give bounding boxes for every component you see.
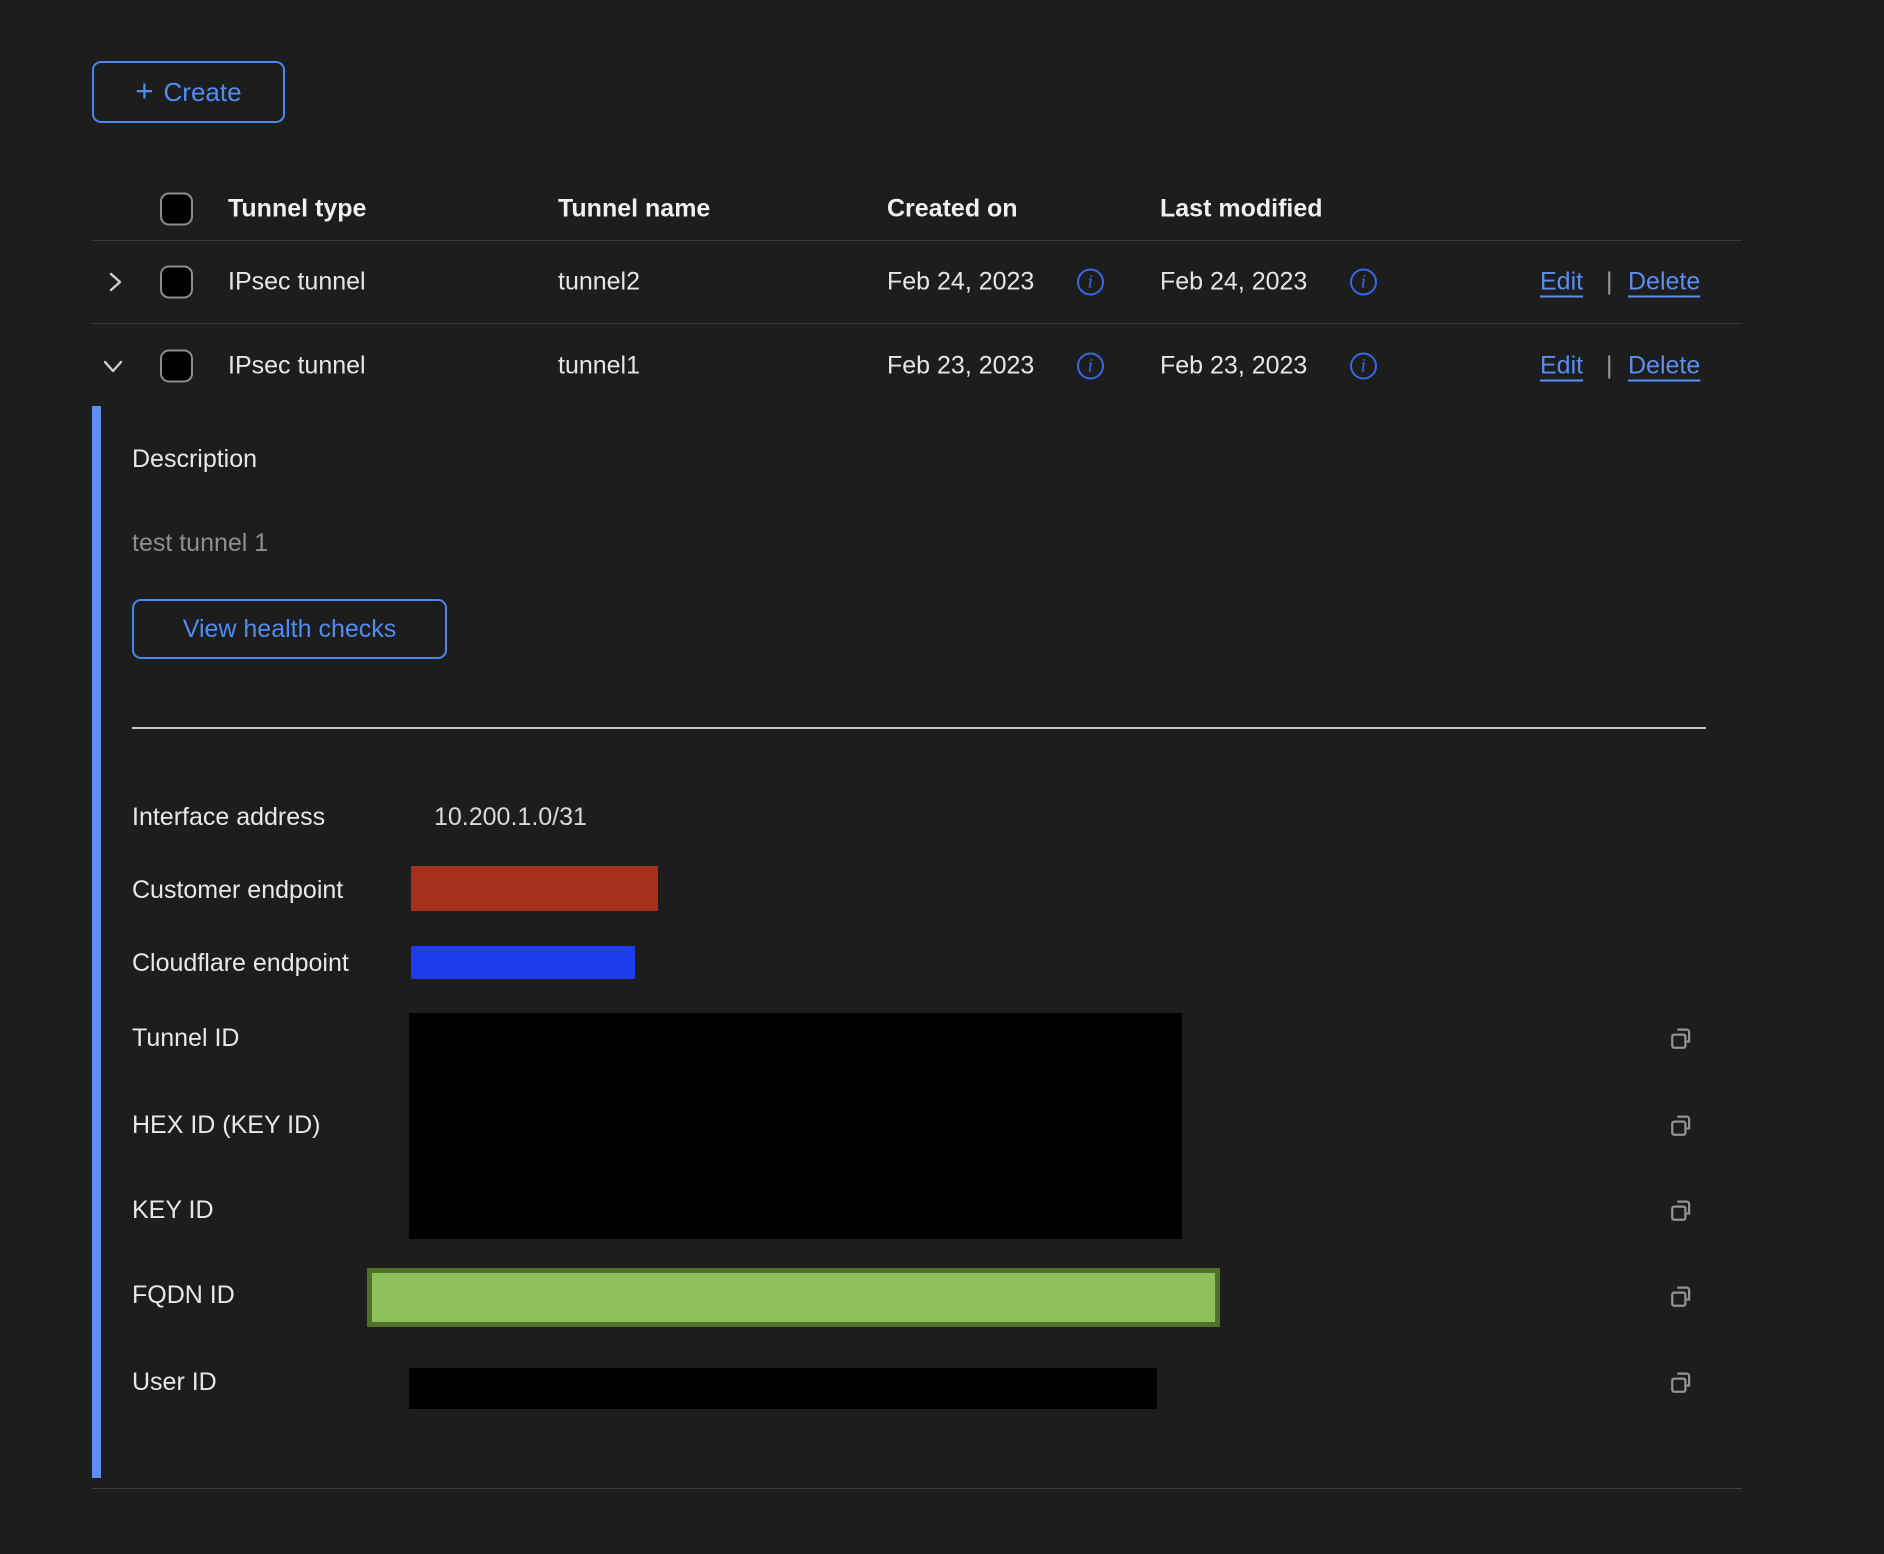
info-glyph: i: [1361, 356, 1366, 376]
ids-redaction-block: [409, 1013, 1182, 1239]
cloudflare-endpoint-label: Cloudflare endpoint: [132, 948, 349, 978]
expanded-row-bottom-divider: [92, 1488, 1742, 1489]
user-id-redaction: [409, 1368, 1157, 1409]
last-modified-cell: Feb 24, 2023: [1160, 268, 1307, 297]
info-glyph: i: [1088, 356, 1093, 376]
view-health-checks-label: View health checks: [183, 615, 397, 644]
delete-link[interactable]: Delete: [1628, 268, 1700, 297]
copy-tunnel-id-icon[interactable]: [1666, 1024, 1696, 1054]
section-divider: [132, 727, 1706, 729]
description-label: Description: [132, 444, 257, 474]
interface-address-label: Interface address: [132, 802, 325, 832]
hex-id-label: HEX ID (KEY ID): [132, 1110, 320, 1140]
row-checkbox-tunnel1[interactable]: [160, 350, 193, 383]
tunnel-name-cell: tunnel2: [558, 268, 640, 297]
info-glyph: i: [1088, 272, 1093, 292]
tunnel-type-cell: IPsec tunnel: [228, 352, 366, 381]
info-glyph: i: [1361, 272, 1366, 292]
customer-endpoint-label: Customer endpoint: [132, 875, 343, 905]
key-id-label: KEY ID: [132, 1195, 214, 1225]
tunnels-page: + Create Tunnel type Tunnel name Created…: [0, 0, 1884, 1554]
description-value: test tunnel 1: [132, 528, 268, 558]
select-all-checkbox[interactable]: [160, 193, 193, 226]
user-id-label: User ID: [132, 1367, 217, 1397]
expanded-row-accent-bar: [92, 406, 101, 1478]
customer-endpoint-redaction: [411, 866, 658, 911]
chevron-right-icon[interactable]: [102, 269, 128, 295]
table-row-tunnel1: IPsec tunnel tunnel1 Feb 23, 2023 i Feb …: [0, 324, 1884, 408]
link-separator: |: [1606, 268, 1613, 297]
created-on-cell: Feb 24, 2023: [887, 268, 1034, 297]
copy-fqdn-id-icon[interactable]: [1666, 1282, 1696, 1312]
create-button-label: Create: [164, 77, 242, 108]
copy-key-id-icon[interactable]: [1666, 1196, 1696, 1226]
tunnel-type-cell: IPsec tunnel: [228, 268, 366, 297]
header-tunnel-type: Tunnel type: [228, 195, 366, 224]
create-button[interactable]: + Create: [92, 61, 285, 123]
header-created-on: Created on: [887, 195, 1018, 224]
created-on-info-icon[interactable]: i: [1077, 269, 1104, 296]
fqdn-id-label: FQDN ID: [132, 1280, 235, 1310]
table-row-tunnel2: IPsec tunnel tunnel2 Feb 24, 2023 i Feb …: [0, 240, 1884, 324]
last-modified-cell: Feb 23, 2023: [1160, 352, 1307, 381]
copy-hex-id-icon[interactable]: [1666, 1111, 1696, 1141]
link-separator: |: [1606, 352, 1613, 381]
tunnel-name-cell: tunnel1: [558, 352, 640, 381]
fqdn-id-redaction: [367, 1268, 1220, 1327]
last-modified-info-icon[interactable]: i: [1350, 269, 1377, 296]
header-last-modified: Last modified: [1160, 195, 1323, 224]
view-health-checks-button[interactable]: View health checks: [132, 599, 447, 659]
edit-link[interactable]: Edit: [1540, 352, 1583, 381]
copy-user-id-icon[interactable]: [1666, 1368, 1696, 1398]
row-checkbox-tunnel2[interactable]: [160, 266, 193, 299]
last-modified-info-icon[interactable]: i: [1350, 353, 1377, 380]
table-header-row: Tunnel type Tunnel name Created on Last …: [0, 178, 1884, 240]
created-on-cell: Feb 23, 2023: [887, 352, 1034, 381]
cloudflare-endpoint-redaction: [411, 946, 635, 979]
edit-link[interactable]: Edit: [1540, 268, 1583, 297]
tunnel-id-label: Tunnel ID: [132, 1023, 239, 1053]
created-on-info-icon[interactable]: i: [1077, 353, 1104, 380]
delete-link[interactable]: Delete: [1628, 352, 1700, 381]
plus-icon: +: [135, 73, 153, 109]
interface-address-value: 10.200.1.0/31: [434, 802, 587, 832]
chevron-down-icon[interactable]: [100, 353, 126, 379]
header-tunnel-name: Tunnel name: [558, 195, 710, 224]
